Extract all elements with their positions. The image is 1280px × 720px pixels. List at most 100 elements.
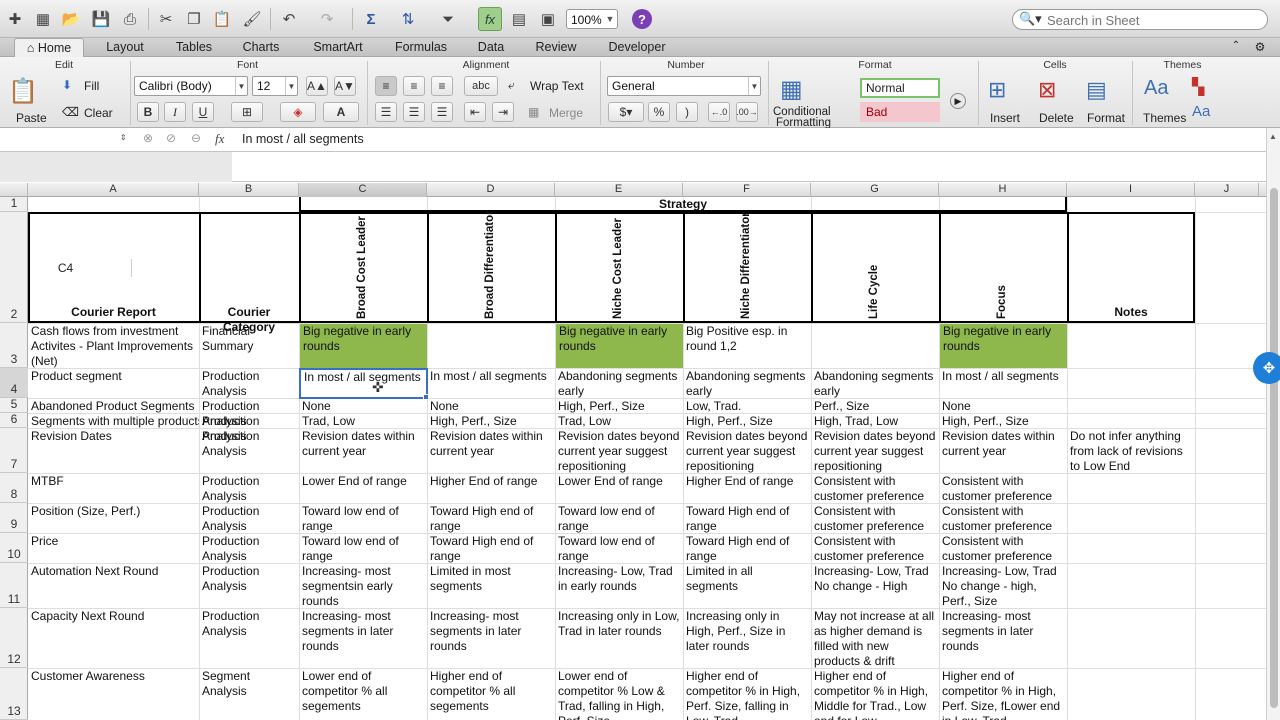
paste-icon[interactable]: 📋: [211, 8, 233, 30]
help-icon[interactable]: ?: [632, 9, 652, 29]
cell-i7[interactable]: Do not infer anything from lack of revis…: [1067, 429, 1195, 473]
column-header-e[interactable]: E: [555, 183, 683, 197]
column-header-b[interactable]: B: [199, 183, 299, 197]
row-header-5[interactable]: 5: [0, 397, 28, 413]
cell-c6[interactable]: Trad, Low: [299, 414, 427, 429]
row-header-13[interactable]: 13: [0, 668, 28, 720]
wrap-text-button[interactable]: Wrap Text: [530, 79, 584, 93]
cell-g11[interactable]: Increasing- Low, Trad No change - High: [811, 564, 939, 608]
media-icon[interactable]: ▣: [537, 8, 559, 30]
format-painter-icon[interactable]: 🖌: [241, 8, 263, 30]
redo-icon[interactable]: ↷: [316, 8, 338, 30]
cell-a3[interactable]: Cash flows from investment Activites - P…: [28, 324, 199, 368]
increase-decimal-icon[interactable]: ←.0: [708, 102, 730, 122]
collapse-ribbon-icon[interactable]: ⌃: [1226, 38, 1246, 57]
cell-b10[interactable]: Production Analysis: [199, 534, 299, 563]
cell-a8[interactable]: MTBF: [28, 474, 199, 503]
chevron-down-icon[interactable]: ▼: [603, 10, 617, 28]
toggle-icon[interactable]: ⊖: [191, 131, 201, 145]
row-header-10[interactable]: 10: [0, 533, 28, 563]
style-normal[interactable]: Normal: [860, 78, 940, 98]
row-header-7[interactable]: 7: [0, 428, 28, 473]
cell-d5[interactable]: None: [427, 399, 555, 414]
fill-icon[interactable]: ⬇: [62, 78, 72, 92]
header-life-cycle[interactable]: Life Cycle: [868, 265, 880, 319]
confirm-icon[interactable]: ⊘: [166, 131, 176, 145]
cell-c10[interactable]: Toward low end of range: [299, 534, 427, 563]
tab-developer[interactable]: Developer: [600, 38, 674, 57]
align-right-icon[interactable]: ☰: [431, 102, 453, 122]
new-icon[interactable]: ✚: [4, 8, 26, 30]
borders-icon[interactable]: ⊞: [231, 102, 263, 122]
column-header-j[interactable]: J: [1195, 183, 1259, 197]
cell-h5[interactable]: None: [939, 399, 1067, 414]
cell-a5[interactable]: Abandoned Product Segments: [28, 399, 199, 414]
cell-d11[interactable]: Limited in most segments: [427, 564, 555, 608]
align-bottom-icon[interactable]: ≡: [431, 76, 453, 96]
cell-h4[interactable]: In most / all segments: [939, 369, 1067, 398]
increase-font-icon[interactable]: A▲: [306, 76, 328, 96]
cell-h10[interactable]: Consistent with customer preference: [939, 534, 1067, 563]
scroll-thumb[interactable]: [1270, 188, 1278, 708]
cell-e8[interactable]: Lower End of range: [555, 474, 683, 503]
cell-e5[interactable]: High, Perf., Size: [555, 399, 683, 414]
cell-e7[interactable]: Revision dates beyond current year sugge…: [555, 429, 683, 473]
cell-c11[interactable]: Increasing- most segmentsin early rounds: [299, 564, 427, 608]
cell-f4[interactable]: Abandoning segments early: [683, 369, 811, 398]
currency-icon[interactable]: $▾: [608, 102, 644, 122]
cell-c8[interactable]: Lower End of range: [299, 474, 427, 503]
cell-e10[interactable]: Toward low end of range: [555, 534, 683, 563]
column-header-i[interactable]: I: [1067, 183, 1195, 197]
row-header-6[interactable]: 6: [0, 412, 28, 428]
cell-b9[interactable]: Production Analysis: [199, 504, 299, 533]
cell-c4-selected[interactable]: In most / all segments: [299, 368, 428, 399]
themes-button[interactable]: Themes: [1143, 111, 1186, 125]
tab-smartart[interactable]: SmartArt: [304, 38, 372, 57]
comma-button[interactable]: ): [676, 102, 698, 122]
cell-f10[interactable]: Toward High end of range: [683, 534, 811, 563]
row-header-12[interactable]: 12: [0, 608, 28, 668]
italic-button[interactable]: I: [164, 102, 186, 122]
cell-a13[interactable]: Customer Awareness: [28, 669, 199, 720]
cell-h11[interactable]: Increasing- Low, Trad No change - high, …: [939, 564, 1067, 608]
undo-icon[interactable]: ↶: [278, 8, 300, 30]
row-header-4[interactable]: 4: [0, 368, 28, 398]
column-header-a[interactable]: A: [28, 183, 199, 197]
styles-next-icon[interactable]: ▶: [950, 93, 966, 109]
row-header-1[interactable]: 1: [0, 196, 28, 212]
cell-f8[interactable]: Higher End of range: [683, 474, 811, 503]
style-bad[interactable]: Bad: [860, 102, 940, 122]
open-icon[interactable]: 📂: [60, 8, 82, 30]
cell-b7[interactable]: Production Analysis: [199, 429, 299, 473]
cell-f11[interactable]: Limited in all segments: [683, 564, 811, 608]
number-format-select[interactable]: General ▼: [607, 76, 761, 96]
align-left-icon[interactable]: ☰: [375, 102, 397, 122]
cell-a9[interactable]: Position (Size, Perf.): [28, 504, 199, 533]
paste-button[interactable]: Paste: [16, 111, 47, 125]
cell-g10[interactable]: Consistent with customer preference: [811, 534, 939, 563]
themes-icon[interactable]: Aa: [1144, 77, 1168, 100]
tab-charts[interactable]: Charts: [234, 38, 288, 57]
cell-d10[interactable]: Toward High end of range: [427, 534, 555, 563]
cell-d13[interactable]: Higher end of competitor % all segements: [427, 669, 555, 720]
filter-icon[interactable]: ⏷: [437, 8, 459, 30]
clear-button[interactable]: Clear: [84, 106, 113, 120]
chevron-updown-icon[interactable]: ⇕: [120, 133, 127, 142]
font-name-select[interactable]: Calibri (Body) ▼: [134, 76, 248, 96]
function-icon[interactable]: fx: [478, 7, 502, 31]
templates-icon[interactable]: ▦: [32, 8, 54, 30]
cell-e9[interactable]: Toward low end of range: [555, 504, 683, 533]
bold-button[interactable]: B: [137, 102, 159, 122]
cell-e6[interactable]: Trad, Low: [555, 414, 683, 429]
header-courier-report[interactable]: Courier Report: [28, 305, 199, 320]
cell-f3[interactable]: Big Positive esp. in round 1,2: [683, 324, 811, 368]
autosum-icon[interactable]: Σ: [360, 8, 382, 30]
fill-color-icon[interactable]: ◈: [280, 102, 316, 122]
cell-f7[interactable]: Revision dates beyond current year sugge…: [683, 429, 811, 473]
format-button[interactable]: Format: [1087, 111, 1125, 125]
cell-h13[interactable]: Higher end of competitor % in High, Perf…: [939, 669, 1067, 720]
cell-b8[interactable]: Production Analysis: [199, 474, 299, 503]
cell-b11[interactable]: Production Analysis: [199, 564, 299, 608]
column-header-d[interactable]: D: [427, 183, 555, 197]
cell-e11[interactable]: Increasing- Low, Trad in early rounds: [555, 564, 683, 608]
